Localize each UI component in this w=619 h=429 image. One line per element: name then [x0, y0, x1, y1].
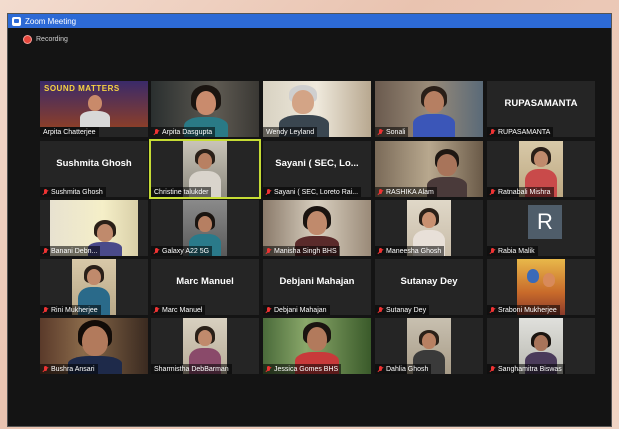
muted-mic-icon [266, 188, 271, 196]
muted-mic-icon [378, 128, 383, 136]
window-title: Zoom Meeting [25, 16, 77, 26]
participant-tile[interactable]: Wendy Leyland [263, 81, 371, 137]
muted-mic-icon [490, 365, 495, 373]
name-label: Sutanay Dey [375, 305, 430, 315]
name-label: Sharmistha DebBarman [151, 364, 232, 374]
participant-display-name: Sayani ( SEC, Lo... [275, 158, 359, 169]
muted-mic-icon [154, 306, 159, 314]
participant-tile[interactable]: Banani Debn... [40, 200, 148, 256]
participant-display-name: Sushmita Ghosh [56, 158, 132, 169]
participant-display-name: Debjani Mahajan [279, 276, 355, 287]
participant-tile[interactable]: Sharmistha DebBarman [151, 318, 259, 374]
participant-tile[interactable]: Jessica Gomes BHS [263, 318, 371, 374]
name-label: Arpita Chatterjee [40, 127, 99, 137]
name-label: Sayani ( SEC, Loreto Rai... [263, 187, 362, 197]
participant-tile[interactable]: RUPASAMANTA RUPASAMANTA [487, 81, 595, 137]
participant-tile[interactable]: RASHIKA Alam [375, 141, 483, 197]
name-label: Galaxy A22 5G [151, 246, 213, 256]
muted-mic-icon [378, 247, 383, 255]
zoom-logo-icon [12, 16, 21, 26]
name-label: Rini Mukherjee [40, 305, 101, 315]
muted-mic-icon [490, 306, 495, 314]
participant-tile[interactable]: Sonali [375, 81, 483, 137]
name-label: Arpita Dasgupta [151, 127, 216, 137]
participant-tile[interactable]: Sayani ( SEC, Lo... Sayani ( SEC, Loreto… [263, 141, 371, 197]
participant-tile[interactable]: Sanghamitra Biswas [487, 318, 595, 374]
muted-mic-icon [378, 365, 383, 373]
participant-tile[interactable]: Manisha Singh BHS [263, 200, 371, 256]
title-bar[interactable]: Zoom Meeting [8, 14, 611, 28]
name-label: Debjani Mahajan [263, 305, 330, 315]
name-label: Banani Debn... [40, 246, 101, 256]
poster-image: SOUND MATTERS [40, 81, 148, 127]
muted-mic-icon [154, 247, 159, 255]
name-label: Manisha Singh BHS [263, 246, 340, 256]
name-label: Dahlia Ghosh [375, 364, 432, 374]
muted-mic-icon [154, 128, 159, 136]
name-label: Christine talukder [151, 187, 212, 197]
muted-mic-icon [266, 247, 271, 255]
participant-tile[interactable]: Rini Mukherjee [40, 259, 148, 315]
poster-text: SOUND MATTERS [44, 84, 120, 93]
muted-mic-icon [378, 188, 383, 196]
name-label: Sraboni Mukherjee [487, 305, 560, 315]
participant-tile-active-speaker[interactable]: Christine talukder [151, 141, 259, 197]
muted-mic-icon [43, 365, 48, 373]
participant-tile[interactable]: Ratnabali Mishra [487, 141, 595, 197]
name-label: Sanghamitra Biswas [487, 364, 565, 374]
participant-display-name: Marc Manuel [176, 276, 234, 287]
muted-mic-icon [43, 247, 48, 255]
muted-mic-icon [266, 306, 271, 314]
name-label: Jessica Gomes BHS [263, 364, 342, 374]
muted-mic-icon [378, 306, 383, 314]
name-label: RASHIKA Alam [375, 187, 437, 197]
name-label: Wendy Leyland [263, 127, 318, 137]
participant-display-name: RUPASAMANTA [504, 98, 578, 109]
muted-mic-icon [266, 365, 271, 373]
participant-tile[interactable]: SOUND MATTERS Arpita Chatterjee [40, 81, 148, 137]
muted-mic-icon [43, 188, 48, 196]
recording-label: Recording [36, 36, 68, 43]
name-label: Ratnabali Mishra [487, 187, 554, 197]
muted-mic-icon [490, 128, 495, 136]
name-label: Rabia Malik [487, 246, 538, 256]
participant-tile[interactable]: Bushra Ansari [40, 318, 148, 374]
muted-mic-icon [490, 188, 495, 196]
participant-tile[interactable]: Sushmita Ghosh Sushmita Ghosh [40, 141, 148, 197]
name-label: Sonali [375, 127, 409, 137]
recording-indicator[interactable]: Recording [24, 36, 68, 43]
participant-tile[interactable]: Marc Manuel Marc Manuel [151, 259, 259, 315]
participant-tile[interactable]: Arpita Dasgupta [151, 81, 259, 137]
muted-mic-icon [43, 306, 48, 314]
participant-tile[interactable]: R Rabia Malik [487, 200, 595, 256]
name-label: Bushra Ansari [40, 364, 98, 374]
name-label: Maneesha Ghosh [375, 246, 445, 256]
name-label: Sushmita Ghosh [40, 187, 106, 197]
avatar: R [528, 205, 562, 239]
zoom-window: Zoom Meeting Recording SOUND MATTERS Arp… [8, 14, 611, 426]
participant-tile[interactable]: Debjani Mahajan Debjani Mahajan [263, 259, 371, 315]
name-label: Marc Manuel [151, 305, 206, 315]
muted-mic-icon [490, 247, 495, 255]
participant-tile[interactable]: Dahlia Ghosh [375, 318, 483, 374]
participant-tile[interactable]: Maneesha Ghosh [375, 200, 483, 256]
participant-display-name: Sutanay Dey [400, 276, 458, 287]
participant-tile[interactable]: Sraboni Mukherjee [487, 259, 595, 315]
record-dot-icon [24, 36, 31, 43]
participant-tile[interactable]: Sutanay Dey Sutanay Dey [375, 259, 483, 315]
participant-tile[interactable]: Galaxy A22 5G [151, 200, 259, 256]
name-label: RUPASAMANTA [487, 127, 554, 137]
